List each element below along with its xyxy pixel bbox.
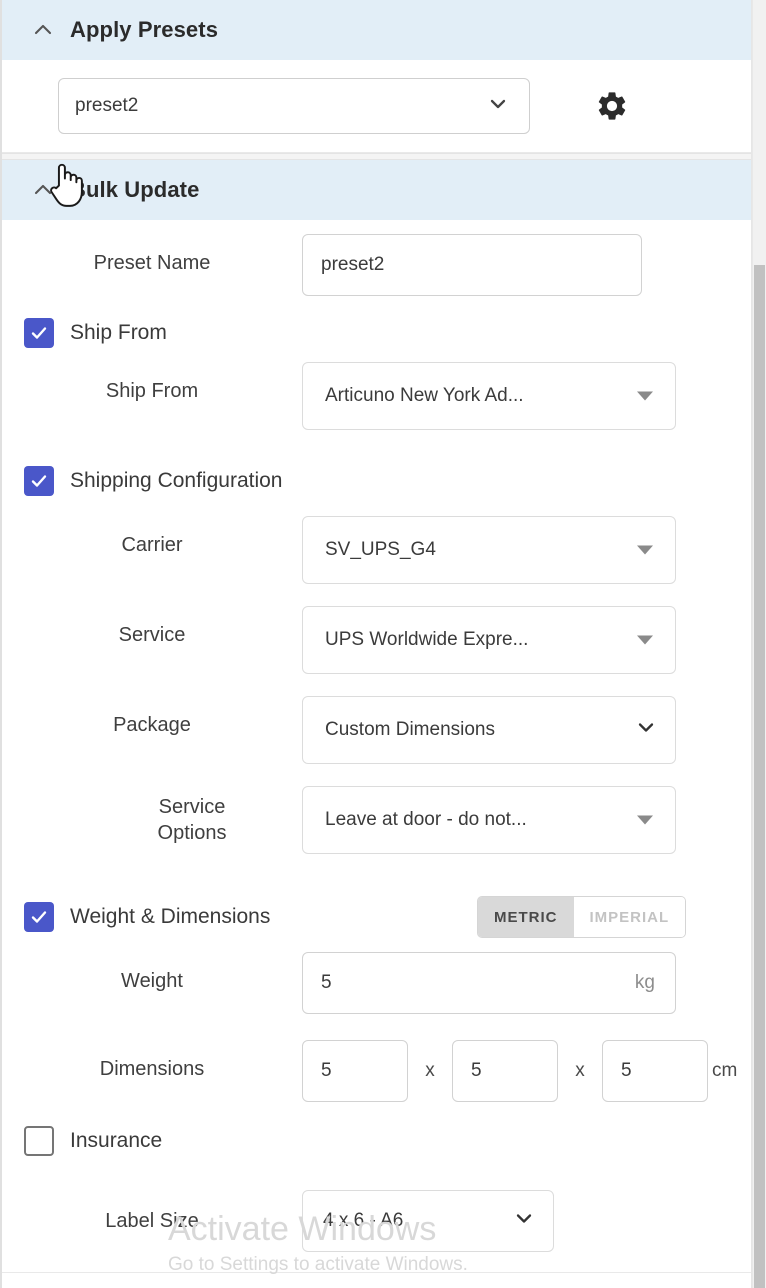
insurance-section-toggle[interactable]: Insurance — [2, 1126, 751, 1156]
carrier-label: Carrier — [121, 534, 183, 556]
label-size-label: Label Size — [105, 1210, 199, 1232]
weight-row: Weight 5 kg — [2, 952, 751, 1014]
carrier-dropdown[interactable]: SV_UPS_G4 — [302, 516, 676, 584]
service-options-value: Leave at door - do not... — [325, 809, 527, 830]
label-size-select[interactable]: 4 x 6 - A6 — [302, 1190, 554, 1252]
apply-presets-body: preset2 — [2, 60, 751, 152]
ship-from-section-label: Ship From — [70, 321, 167, 344]
dimension-height-value: 5 — [621, 1060, 632, 1081]
triangle-down-icon — [637, 391, 653, 401]
ship-from-checkbox[interactable] — [24, 318, 54, 348]
dimension-separator-1: x — [425, 1060, 435, 1081]
dimension-length-input[interactable]: 5 — [302, 1040, 408, 1102]
shipping-configuration-section-label: Shipping Configuration — [70, 469, 283, 492]
ship-from-section-toggle[interactable]: Ship From — [2, 318, 751, 348]
shipping-configuration-section-toggle[interactable]: Shipping Configuration — [2, 466, 751, 496]
label-size-row: Label Size 4 x 6 - A6 — [2, 1190, 751, 1252]
dimension-separator-2: x — [575, 1060, 585, 1081]
preset-name-row: Preset Name preset2 — [2, 234, 751, 296]
gear-icon[interactable] — [592, 86, 632, 126]
dimension-width-input[interactable]: 5 — [452, 1040, 558, 1102]
dimension-length-value: 5 — [321, 1060, 332, 1081]
preset-name-input[interactable]: preset2 — [302, 234, 642, 296]
bulk-update-card: Bulk Update Preset Name preset2 Ship Fro… — [2, 160, 751, 1273]
ship-from-field-row: Ship From Articuno New York Ad... — [2, 362, 751, 430]
chevron-up-icon[interactable] — [32, 179, 54, 201]
apply-presets-card: Apply Presets preset2 — [2, 0, 751, 153]
bulk-update-panel: Apply Presets preset2 Bulk Update Preset… — [0, 0, 752, 1288]
label-size-value: 4 x 6 - A6 — [323, 1210, 404, 1231]
weight-dimensions-section-label: Weight & Dimensions — [70, 905, 271, 928]
triangle-down-icon — [637, 635, 653, 645]
carrier-value: SV_UPS_G4 — [325, 539, 436, 560]
bulk-update-title: Bulk Update — [70, 177, 200, 202]
service-dropdown[interactable]: UPS Worldwide Expre... — [302, 606, 676, 674]
insurance-checkbox[interactable] — [24, 1126, 54, 1156]
package-row: Package Custom Dimensions — [2, 696, 751, 764]
section-divider — [2, 153, 751, 160]
preset-select[interactable]: preset2 — [58, 78, 530, 134]
dimensions-row: Dimensions 5 x 5 x 5 cm — [2, 1040, 751, 1102]
service-options-row: Service Options Leave at door - do not..… — [2, 786, 751, 854]
service-label: Service — [118, 624, 186, 646]
chevron-down-icon — [513, 1207, 535, 1235]
triangle-down-icon — [637, 815, 653, 825]
dimension-width-value: 5 — [471, 1060, 482, 1081]
apply-presets-header[interactable]: Apply Presets — [2, 0, 751, 60]
service-value: UPS Worldwide Expre... — [325, 629, 529, 650]
unit-toggle-imperial[interactable]: IMPERIAL — [573, 897, 686, 937]
weight-unit: kg — [634, 972, 655, 993]
ship-from-field-label: Ship From — [105, 380, 199, 402]
triangle-down-icon — [637, 545, 653, 555]
apply-presets-title: Apply Presets — [70, 17, 219, 42]
dimensions-label: Dimensions — [99, 1058, 205, 1080]
package-select[interactable]: Custom Dimensions — [302, 696, 676, 764]
weight-label: Weight — [121, 970, 183, 992]
package-label: Package — [113, 714, 191, 736]
shipping-configuration-checkbox[interactable] — [24, 466, 54, 496]
weight-dimensions-checkbox[interactable] — [24, 902, 54, 932]
weight-dimensions-section-toggle[interactable]: Weight & Dimensions METRIC IMPERIAL — [2, 896, 751, 938]
chevron-down-icon — [487, 93, 509, 120]
dimensions-group: 5 x 5 x 5 cm — [302, 1040, 751, 1102]
preset-name-value: preset2 — [321, 254, 385, 275]
package-value: Custom Dimensions — [325, 719, 495, 740]
unit-system-toggle[interactable]: METRIC IMPERIAL — [477, 896, 687, 938]
scrollbar-thumb[interactable] — [754, 265, 765, 1288]
insurance-label: Insurance — [70, 1129, 163, 1152]
ship-from-value: Articuno New York Ad... — [325, 385, 524, 406]
weight-input[interactable]: 5 kg — [302, 952, 676, 1014]
preset-name-label: Preset Name — [93, 252, 211, 274]
bulk-update-body: Preset Name preset2 Ship From Ship From … — [2, 234, 751, 1272]
service-options-dropdown[interactable]: Leave at door - do not... — [302, 786, 676, 854]
unit-toggle-metric[interactable]: METRIC — [478, 897, 574, 937]
chevron-down-icon — [635, 716, 657, 744]
bulk-update-header[interactable]: Bulk Update — [2, 160, 751, 220]
service-row: Service UPS Worldwide Expre... — [2, 606, 751, 674]
service-options-label: Service Options — [157, 796, 227, 844]
chevron-up-icon[interactable] — [32, 19, 54, 41]
dimensions-unit: cm — [712, 1060, 738, 1081]
ship-from-dropdown[interactable]: Articuno New York Ad... — [302, 362, 676, 430]
weight-value: 5 — [321, 972, 332, 993]
carrier-row: Carrier SV_UPS_G4 — [2, 516, 751, 584]
preset-select-value: preset2 — [75, 95, 139, 116]
dimension-height-input[interactable]: 5 — [602, 1040, 708, 1102]
app-root: Apply Presets preset2 Bulk Update Preset… — [0, 0, 766, 1288]
